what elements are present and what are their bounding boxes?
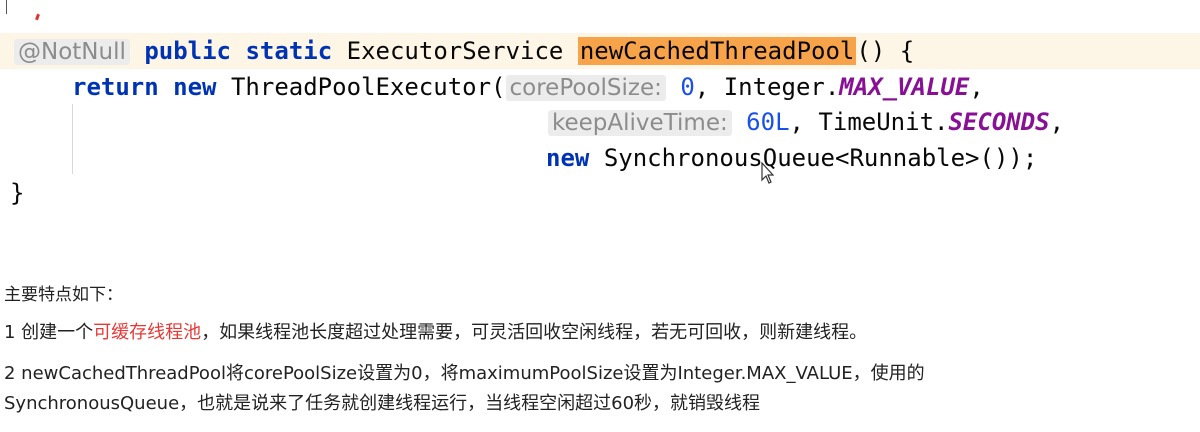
code-line-2: return new ThreadPoolExecutor(corePoolSi… bbox=[72, 69, 984, 105]
keyword-new: new bbox=[173, 73, 217, 101]
param-hint-core-pool-size: corePoolSize: bbox=[505, 75, 666, 101]
timeunit-prefix: , TimeUnit. bbox=[789, 108, 949, 136]
comma-2: , bbox=[1049, 108, 1065, 136]
comma-1: , bbox=[969, 73, 984, 101]
constant-max-value: MAX_VALUE bbox=[839, 73, 970, 101]
note-item-1-prefix: 1 创建一个 bbox=[4, 322, 94, 343]
value-keep-alive-time: 60L bbox=[746, 108, 790, 136]
indent-guide bbox=[72, 104, 73, 174]
code-line-5: } bbox=[10, 175, 24, 211]
integer-prefix: , Integer. bbox=[694, 73, 840, 101]
code-editor[interactable]: @NotNull public static ExecutorService n… bbox=[0, 0, 1200, 230]
param-hint-keep-alive-time: keepAliveTime: bbox=[548, 110, 732, 136]
note-item-1: 1 创建一个可缓存线程池，如果线程池长度超过处理需要，可灵活回收空闲线程，若无可… bbox=[4, 320, 867, 346]
return-type: ExecutorService bbox=[346, 37, 564, 65]
method-name-selected[interactable]: newCachedThreadPool bbox=[577, 37, 857, 65]
note-item-2-line-2: SynchronousQueue，也就是说来了任务就创建线程运行，当线程空闲超过… bbox=[4, 393, 761, 414]
notes-heading: 主要特点如下： bbox=[4, 285, 123, 305]
note-item-1-suffix: ，如果线程池长度超过处理需要，可灵活回收空闲线程，若无可回收，则新建线程。 bbox=[201, 322, 868, 343]
caret-mark bbox=[35, 13, 40, 21]
keyword-public: public bbox=[144, 37, 232, 65]
gutter-mark bbox=[6, 0, 7, 14]
code-line-4: new SynchronousQueue<Runnable>()); bbox=[546, 140, 1037, 176]
note-item-2-line-1: 2 newCachedThreadPool将corePoolSize设置为0，将… bbox=[4, 363, 925, 384]
signature-tail: () { bbox=[856, 37, 915, 65]
keyword-new-2: new bbox=[546, 144, 590, 172]
keyword-static: static bbox=[245, 37, 333, 65]
code-line-1: @NotNull public static ExecutorService n… bbox=[14, 33, 914, 69]
code-line-3: keepAliveTime: 60L, TimeUnit.SECONDS, bbox=[548, 104, 1064, 140]
constructor-name: ThreadPoolExecutor( bbox=[230, 73, 506, 101]
closing-brace: } bbox=[10, 179, 25, 207]
note-item-1-highlight: 可缓存线程池 bbox=[93, 322, 202, 343]
queue-expression: SynchronousQueue<Runnable>()); bbox=[603, 144, 1038, 172]
constant-seconds: SECONDS bbox=[948, 108, 1050, 136]
notnull-annotation-hint: @NotNull bbox=[14, 39, 130, 65]
text-cursor-icon bbox=[761, 162, 774, 184]
value-core-pool-size: 0 bbox=[680, 73, 695, 101]
keyword-return: return bbox=[72, 73, 159, 101]
